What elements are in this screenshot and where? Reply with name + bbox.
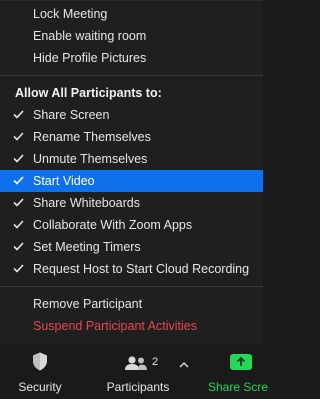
security-label: Security (18, 380, 62, 394)
permission-label: Set Meeting Timers (33, 240, 141, 254)
check-icon (13, 214, 27, 236)
meeting-toolbar: Security 2 Participants Share Scre (0, 344, 268, 399)
share-screen-label: Share Scre (208, 380, 269, 394)
permission-collaborate-zoom-apps[interactable]: Collaborate With Zoom Apps (0, 214, 263, 236)
menu-edge (0, 0, 263, 1)
permission-label: Share Screen (33, 108, 110, 122)
check-icon (13, 258, 27, 280)
people-icon (125, 356, 147, 370)
check-icon (13, 236, 27, 258)
divider (0, 286, 263, 287)
permission-label: Unmute Themselves (33, 152, 148, 166)
chevron-up-icon[interactable] (178, 360, 190, 370)
check-icon (13, 170, 27, 192)
menu-item-lock-meeting[interactable]: Lock Meeting (0, 3, 263, 25)
menu-item-remove-participant[interactable]: Remove Participant (0, 293, 263, 315)
check-icon (13, 104, 27, 126)
permission-rename-themselves[interactable]: Rename Themselves (0, 126, 263, 148)
shield-icon (33, 352, 47, 371)
participants-count: 2 (152, 356, 159, 368)
menu-item-enable-waiting-room[interactable]: Enable waiting room (0, 25, 263, 47)
participants-label: Participants (106, 380, 170, 394)
permission-label: Start Video (33, 174, 95, 188)
menu-item-label: Enable waiting room (33, 29, 147, 43)
security-button[interactable]: Security (10, 344, 70, 399)
menu-item-label: Hide Profile Pictures (33, 51, 147, 65)
menu-item-label: Remove Participant (33, 297, 143, 311)
permission-label: Share Whiteboards (33, 196, 141, 210)
menu-item-suspend-participant-activities[interactable]: Suspend Participant Activities (0, 315, 263, 337)
menu-item-label: Lock Meeting (33, 7, 108, 21)
permission-request-cloud-recording[interactable]: Request Host to Start Cloud Recording (0, 258, 263, 280)
participants-button[interactable]: 2 Participants (102, 344, 174, 399)
check-icon (13, 126, 27, 148)
permission-share-whiteboards[interactable]: Share Whiteboards (0, 192, 263, 214)
permission-unmute-themselves[interactable]: Unmute Themselves (0, 148, 263, 170)
permission-label: Collaborate With Zoom Apps (33, 218, 193, 232)
permission-label: Request Host to Start Cloud Recording (33, 262, 250, 276)
permission-set-meeting-timers[interactable]: Set Meeting Timers (0, 236, 263, 258)
share-screen-button[interactable]: Share Scre (206, 344, 286, 399)
share-screen-arrow-icon (230, 354, 252, 370)
menu-item-hide-profile-pictures[interactable]: Hide Profile Pictures (0, 47, 263, 69)
security-menu: Lock Meeting Enable waiting room Hide Pr… (0, 0, 263, 344)
section-title: Allow All Participants to: (15, 86, 162, 100)
permission-start-video[interactable]: Start Video (0, 170, 263, 192)
check-icon (13, 192, 27, 214)
permission-label: Rename Themselves (33, 130, 151, 144)
menu-item-label: Suspend Participant Activities (33, 319, 197, 333)
check-icon (13, 148, 27, 170)
divider (0, 75, 263, 76)
permission-share-screen[interactable]: Share Screen (0, 104, 263, 126)
